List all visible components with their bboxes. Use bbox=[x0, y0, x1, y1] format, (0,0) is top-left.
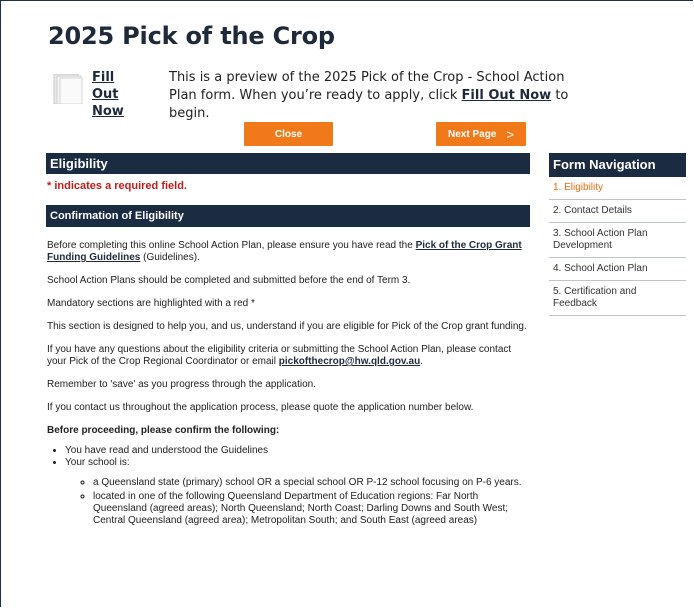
form-navigation: Form Navigation 1. Eligibility 2. Contac… bbox=[549, 153, 686, 316]
fill-out-label-1: Fill Out bbox=[92, 70, 119, 102]
paragraph-mandatory: Mandatory sections are highlighted with … bbox=[47, 298, 255, 309]
section-heading-eligibility: Eligibility bbox=[46, 153, 530, 174]
close-button-label: Close bbox=[274, 128, 303, 140]
paragraph-deadline: School Action Plans should be completed … bbox=[47, 275, 411, 286]
confirm-list: You have read and understood the Guideli… bbox=[47, 445, 530, 527]
inline-fill-out-link[interactable]: Fill Out Now bbox=[462, 88, 552, 103]
nav-item-certification-feedback[interactable]: 5. Certification and Feedback bbox=[549, 281, 686, 316]
list-item-text: Your school is: bbox=[65, 457, 130, 468]
eligibility-content: Before completing this online School Act… bbox=[47, 240, 530, 529]
next-page-button[interactable]: Next Page > bbox=[436, 122, 526, 146]
page-title: 2025 Pick of the Crop bbox=[48, 22, 335, 50]
nav-item-action-plan[interactable]: 4. School Action Plan bbox=[549, 258, 686, 281]
chevron-right-icon: > bbox=[506, 126, 514, 142]
required-field-note: * indicates a required field. bbox=[47, 180, 187, 192]
list-item: a Queensland state (primary) school OR a… bbox=[93, 477, 530, 489]
p1-text: Before completing this online School Act… bbox=[47, 240, 416, 251]
list-item: You have read and understood the Guideli… bbox=[65, 445, 530, 457]
paragraph-contact: If you have any questions about the elig… bbox=[47, 344, 530, 368]
document-icon[interactable] bbox=[52, 74, 88, 104]
confirm-lead: Before proceeding, please confirm the fo… bbox=[47, 425, 280, 436]
fill-out-now-link[interactable]: Fill Out Now bbox=[92, 69, 142, 120]
list-item: located in one of the following Queensla… bbox=[93, 491, 530, 527]
paragraph-guidelines: Before completing this online School Act… bbox=[47, 240, 530, 264]
nav-item-contact-details[interactable]: 2. Contact Details bbox=[549, 200, 686, 223]
section-heading-confirmation: Confirmation of Eligibility bbox=[46, 205, 530, 227]
next-page-label: Next Page bbox=[448, 128, 497, 140]
paragraph-save: Remember to 'save' as you progress throu… bbox=[47, 379, 316, 390]
list-item: Your school is: a Queensland state (prim… bbox=[65, 457, 530, 527]
email-link[interactable]: pickofthecrop@hw.qld.gov.au bbox=[279, 356, 420, 367]
fill-out-label-2: Now bbox=[92, 104, 124, 119]
close-button[interactable]: Close bbox=[244, 122, 333, 146]
paragraph-purpose: This section is designed to help you, an… bbox=[47, 321, 527, 332]
nav-item-action-plan-development[interactable]: 3. School Action Plan Development bbox=[549, 223, 686, 258]
p5-text-end: . bbox=[420, 356, 423, 367]
p1-text-end: (Guidelines). bbox=[140, 252, 200, 263]
school-criteria-list: a Queensland state (primary) school OR a… bbox=[65, 477, 530, 527]
paragraph-application-number: If you contact us throughout the applica… bbox=[47, 402, 474, 413]
preview-intro: This is a preview of the 2025 Pick of th… bbox=[169, 69, 569, 123]
nav-item-eligibility[interactable]: 1. Eligibility bbox=[549, 177, 686, 200]
form-navigation-title: Form Navigation bbox=[549, 153, 686, 177]
